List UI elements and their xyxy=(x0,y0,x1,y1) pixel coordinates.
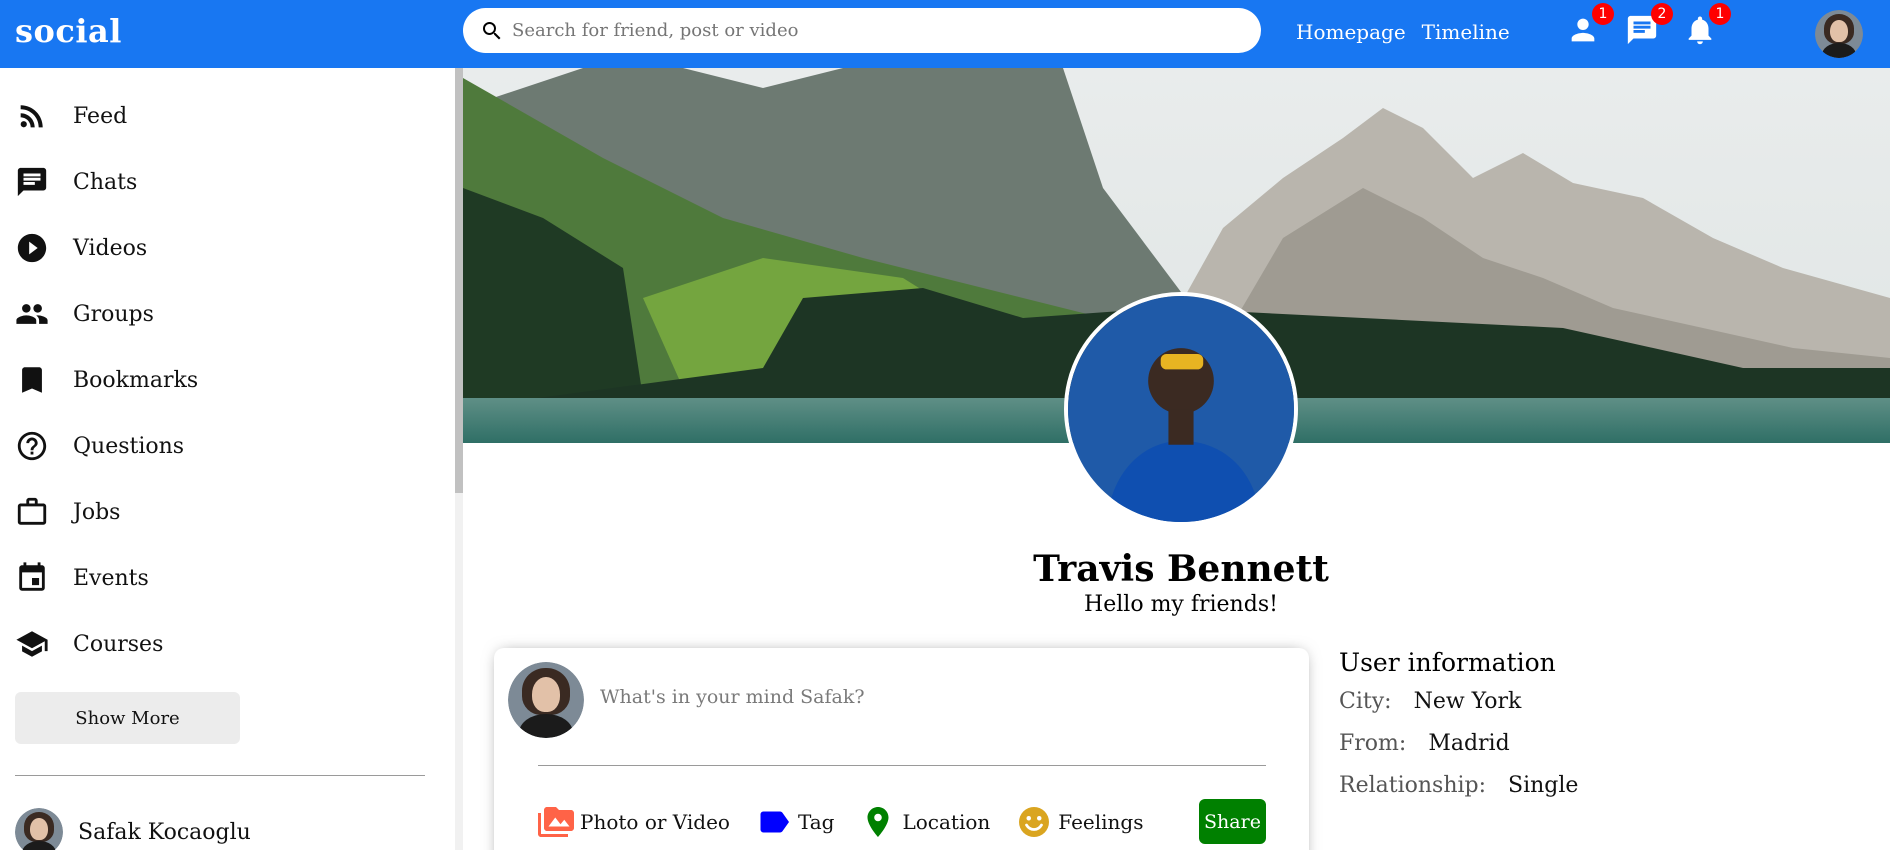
work-icon xyxy=(17,497,47,525)
label-icon xyxy=(760,811,789,833)
share-divider xyxy=(538,765,1266,766)
bookmark-icon xyxy=(22,367,42,393)
sidebar-item-feed[interactable]: Feed xyxy=(15,96,127,136)
sidebar-scrollbar-thumb[interactable] xyxy=(455,68,463,493)
messages-badge: 2 xyxy=(1651,3,1673,25)
share-input[interactable] xyxy=(600,686,1250,708)
user-info-title: User information xyxy=(1339,648,1556,677)
rss-feed-icon xyxy=(20,105,43,128)
sidebar-item-questions[interactable]: Questions xyxy=(15,426,184,466)
sidebar-item-courses[interactable]: Courses xyxy=(15,624,163,664)
search-input[interactable] xyxy=(512,20,1232,41)
sidebar-item-events[interactable]: Events xyxy=(15,558,149,598)
user-info-value: Madrid xyxy=(1428,731,1510,756)
school-icon xyxy=(16,631,48,657)
share-box: Photo or Video Tag Location Feelings Sha… xyxy=(494,648,1309,850)
user-info-from: From: Madrid xyxy=(1339,731,1578,773)
sidebar-item-label: Groups xyxy=(73,301,154,327)
profile-picture[interactable] xyxy=(1064,292,1298,526)
room-icon xyxy=(867,807,889,837)
friends-button[interactable]: 1 xyxy=(1566,3,1614,47)
emoji-icon xyxy=(1019,807,1050,837)
share-option-feelings[interactable]: Feelings xyxy=(1016,804,1143,840)
user-info-key: From: xyxy=(1339,731,1407,756)
chat-icon xyxy=(17,167,47,197)
top-bar: social Homepage Timeline 1 2 1 xyxy=(0,0,1890,68)
profile-description: Hello my friends! xyxy=(1084,592,1278,617)
share-options: Photo or Video Tag Location Feelings xyxy=(538,804,1169,840)
user-info-key: Relationship: xyxy=(1339,773,1487,798)
user-info-city: City: New York xyxy=(1339,689,1578,731)
sidebar-item-label: Jobs xyxy=(73,499,121,525)
logo[interactable]: social xyxy=(15,12,122,50)
sidebar-item-label: Feed xyxy=(73,103,128,129)
sidebar-item-label: Questions xyxy=(73,433,185,459)
homepage-link[interactable]: Homepage xyxy=(1296,20,1406,44)
sidebar: Feed Chats Videos Groups Bookmarks Quest… xyxy=(0,68,455,850)
messages-button[interactable]: 2 xyxy=(1625,3,1673,47)
share-option-label: Feelings xyxy=(1058,810,1144,834)
sidebar-item-label: Events xyxy=(73,565,149,591)
sidebar-item-label: Videos xyxy=(73,235,148,261)
profile-name: Travis Bennett xyxy=(1033,548,1329,590)
friends-badge: 1 xyxy=(1592,3,1614,25)
search-bar[interactable] xyxy=(463,8,1261,53)
notifications-badge: 1 xyxy=(1709,3,1731,25)
sidebar-divider xyxy=(15,775,425,776)
sidebar-item-label: Courses xyxy=(73,631,164,657)
event-icon xyxy=(19,562,45,591)
user-info-relationship: Relationship: Single xyxy=(1339,773,1578,815)
sidebar-item-groups[interactable]: Groups xyxy=(15,294,154,334)
sidebar-item-chats[interactable]: Chats xyxy=(15,162,137,202)
search-icon xyxy=(483,21,501,39)
user-info-key: City: xyxy=(1339,689,1392,714)
sidebar-item-bookmarks[interactable]: Bookmarks xyxy=(15,360,198,400)
profile-info: Travis Bennett Hello my friends! xyxy=(963,548,1399,617)
share-option-tag[interactable]: Tag xyxy=(756,804,835,840)
friend-avatar xyxy=(15,808,63,850)
timeline-link[interactable]: Timeline xyxy=(1422,20,1510,44)
sidebar-item-label: Bookmarks xyxy=(73,367,199,393)
share-button[interactable]: Share xyxy=(1199,799,1266,844)
share-avatar xyxy=(508,662,584,738)
play-circle-icon xyxy=(17,233,47,263)
friend-list-item[interactable]: Safak Kocaoglu xyxy=(15,808,251,850)
share-option-label: Location xyxy=(902,810,991,834)
share-option-label: Photo or Video xyxy=(580,810,730,834)
group-icon xyxy=(16,304,48,324)
sidebar-item-videos[interactable]: Videos xyxy=(15,228,147,268)
user-avatar[interactable] xyxy=(1815,10,1863,58)
friend-name: Safak Kocaoglu xyxy=(78,819,251,845)
notifications-button[interactable]: 1 xyxy=(1683,3,1731,47)
user-info-value: New York xyxy=(1413,689,1522,714)
user-info: User information City: New York From: Ma… xyxy=(1339,648,1578,815)
help-circle-icon xyxy=(17,431,47,461)
top-links: Homepage Timeline xyxy=(1296,20,1510,44)
sidebar-item-label: Chats xyxy=(73,169,138,195)
share-option-photo[interactable]: Photo or Video xyxy=(538,804,730,840)
share-option-label: Tag xyxy=(797,810,835,834)
perm-media-icon xyxy=(538,807,574,837)
show-more-button[interactable]: Show More xyxy=(15,692,240,744)
user-info-value: Single xyxy=(1508,773,1579,798)
share-option-location[interactable]: Location xyxy=(860,804,990,840)
sidebar-item-jobs[interactable]: Jobs xyxy=(15,492,120,532)
